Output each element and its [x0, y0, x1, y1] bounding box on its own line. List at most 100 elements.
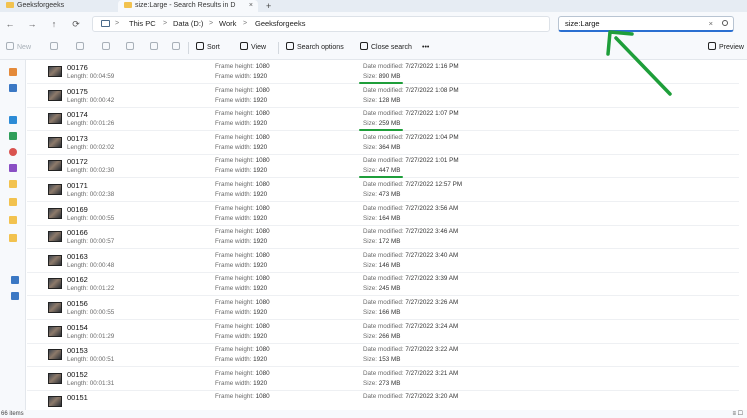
frame-width: Frame width: 1920	[215, 97, 267, 104]
clear-search-icon[interactable]: ×	[709, 17, 713, 30]
frame-width-value: 1920	[253, 238, 268, 246]
file-row[interactable]: 00172 Length: 00:02:30 Frame height: 1080 F…	[27, 154, 739, 179]
file-row[interactable]: 00154 Length: 00:01:29 Frame height: 1080 F…	[27, 320, 739, 344]
file-row[interactable]: 00163 Length: 00:00:48 Frame height: 1080 F…	[27, 249, 739, 273]
file-row[interactable]: 00174 Length: 00:01:26 Frame height: 1080 F…	[27, 107, 739, 132]
more-options-button[interactable]: •••	[422, 42, 429, 54]
date-modified-value: 7/27/2022 1:04 PM	[405, 133, 459, 141]
search-input[interactable]: size:Large ×	[558, 16, 734, 32]
paste-icon	[102, 42, 110, 50]
length-value: 00:01:29	[89, 332, 115, 340]
frame-width-label: Frame width:	[215, 309, 252, 316]
length-value: 00:01:22	[89, 285, 115, 293]
sort-icon	[196, 42, 204, 50]
forward-button[interactable]: →	[26, 18, 38, 30]
file-row[interactable]: 00176 Length: 00:04:59 Frame height: 1080 F…	[27, 60, 739, 84]
search-icon[interactable]	[722, 20, 728, 26]
date-modified: Date modified: 7/27/2022 1:08 PM	[363, 87, 459, 94]
frame-height-label: Frame height:	[215, 346, 254, 354]
search-options-button[interactable]: Search options	[286, 42, 344, 54]
file-name: 00151	[67, 393, 88, 403]
videos-icon[interactable]	[9, 164, 17, 172]
frame-height-value: 1080	[255, 369, 270, 377]
back-button[interactable]: ←	[4, 18, 16, 30]
frame-width-value: 1920	[253, 191, 268, 198]
cut-button[interactable]	[50, 42, 61, 54]
folder-icon[interactable]	[9, 234, 17, 242]
file-row[interactable]: 00162 Length: 00:01:22 Frame height: 1080 F…	[27, 272, 739, 297]
close-search-button[interactable]: Close search	[360, 42, 412, 54]
this-pc-icon[interactable]	[11, 276, 19, 284]
breadcrumb-this-pc[interactable]: This PC	[129, 17, 156, 31]
frame-height-value: 1080	[255, 110, 270, 118]
breadcrumb-geeksforgeeks[interactable]: Geeksforgeeks	[255, 17, 305, 31]
sort-button[interactable]: Sort	[196, 42, 220, 54]
file-row[interactable]: 00169 Length: 00:00:55 Frame height: 1080 F…	[27, 202, 739, 226]
file-row[interactable]: 00171 Length: 00:02:38 Frame height: 1080 F…	[27, 178, 739, 202]
desktop-icon[interactable]	[9, 116, 17, 124]
file-row[interactable]: 00166 Length: 00:00:57 Frame height: 1080 F…	[27, 225, 739, 250]
share-button[interactable]	[150, 42, 161, 54]
command-bar: New Sort View Search options Close searc…	[0, 36, 747, 60]
size-label: Size:	[363, 379, 377, 387]
downloads-icon[interactable]	[9, 132, 17, 140]
file-row[interactable]: 00175 Length: 00:00:42 Frame height: 1080 F…	[27, 84, 739, 108]
folder-icon[interactable]	[9, 180, 17, 188]
video-thumbnail	[48, 160, 62, 172]
file-length: Length: 00:02:30	[67, 167, 114, 174]
date-modified-value: 7/27/2022 1:16 PM	[405, 63, 459, 70]
size-value: 473 MB	[378, 191, 401, 198]
rename-button[interactable]	[126, 42, 137, 54]
file-row[interactable]: 00152 Length: 00:01:31 Frame height: 1080 F…	[27, 367, 739, 391]
tab-search-results[interactable]: size:Large - Search Results in D ×	[118, 0, 258, 12]
date-modified-label: Date modified:	[363, 204, 404, 212]
video-thumbnail	[48, 113, 62, 125]
new-tab-button[interactable]: +	[266, 0, 271, 12]
breadcrumb[interactable]: > This PC > Data (D:) > Work > Geeksforg…	[92, 16, 550, 32]
file-row[interactable]: 00153 Length: 00:00:51 Frame height: 1080 F…	[27, 343, 739, 368]
length-label: Length:	[67, 379, 89, 387]
length-value: 00:00:55	[89, 214, 115, 222]
folder-icon[interactable]	[9, 216, 17, 224]
breadcrumb-work[interactable]: Work	[219, 17, 236, 31]
frame-width-label: Frame width:	[215, 332, 252, 340]
paste-button[interactable]	[102, 42, 113, 54]
gallery-icon[interactable]	[9, 84, 17, 92]
frame-height-label: Frame height:	[215, 157, 254, 165]
delete-button[interactable]	[172, 42, 183, 54]
frame-height-value: 1080	[255, 299, 270, 306]
length-value: 00:02:30	[89, 167, 115, 175]
file-row[interactable]: 00173 Length: 00:02:02 Frame height: 1080 F…	[27, 131, 739, 155]
share-icon	[150, 42, 158, 50]
tab-geeksforgeeks[interactable]: Geeksforgeeks	[0, 0, 112, 12]
network-icon[interactable]	[11, 292, 19, 300]
date-modified: Date modified: 7/27/2022 3:56 AM	[363, 205, 458, 212]
cut-icon	[50, 42, 58, 50]
file-length: Length: 00:00:55	[67, 215, 114, 222]
folder-icon[interactable]	[9, 198, 17, 206]
home-icon[interactable]	[9, 68, 17, 76]
length-label: Length:	[67, 143, 89, 151]
length-label: Length:	[67, 191, 89, 198]
music-icon[interactable]	[9, 148, 17, 156]
size-label: Size:	[363, 143, 377, 151]
frame-width-label: Frame width:	[215, 191, 252, 198]
file-size: Size: 153 MB	[363, 356, 400, 363]
close-tab-icon[interactable]: ×	[249, 0, 253, 12]
up-button[interactable]: ↑	[48, 18, 60, 30]
breadcrumb-data-d[interactable]: Data (D:)	[173, 17, 203, 31]
frame-width-value: 1920	[253, 285, 268, 293]
frame-height-label: Frame height:	[215, 251, 254, 259]
date-modified-label: Date modified:	[363, 346, 404, 354]
file-row[interactable]: 00151 Frame height: 1080 Date modified: 7/…	[27, 390, 739, 410]
computer-icon	[101, 20, 110, 27]
new-button[interactable]: New	[6, 42, 31, 54]
refresh-button[interactable]: ⟳	[70, 18, 82, 30]
preview-button[interactable]: Preview	[708, 42, 744, 54]
frame-height-label: Frame height:	[215, 181, 254, 188]
file-row[interactable]: 00156 Length: 00:00:55 Frame height: 1080 F…	[27, 296, 739, 320]
copy-button[interactable]	[76, 42, 87, 54]
frame-height-value: 1080	[255, 181, 270, 188]
view-toggle-icon[interactable]: ≡ ☐	[732, 410, 743, 418]
view-button[interactable]: View	[240, 42, 266, 54]
